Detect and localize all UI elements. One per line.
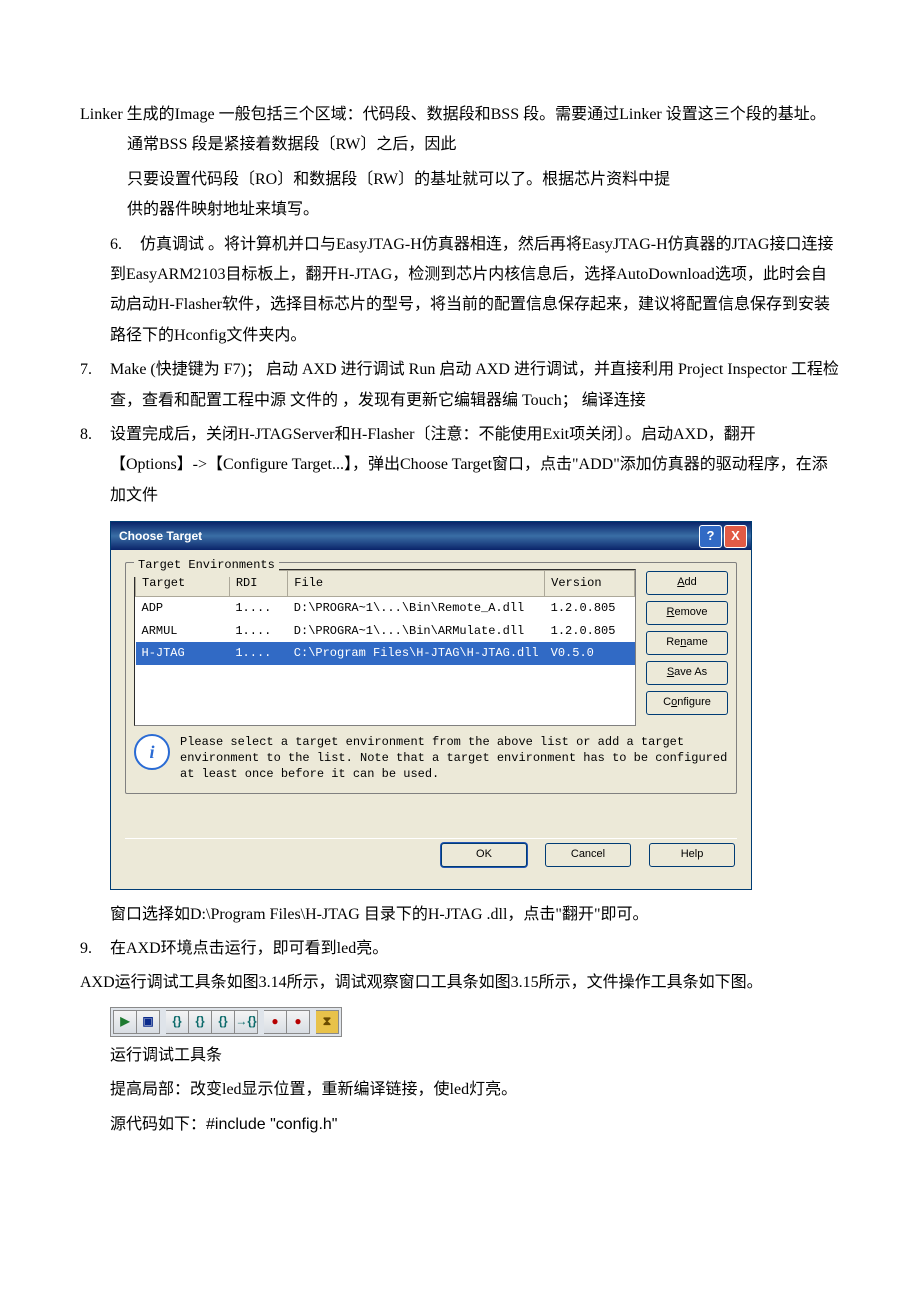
list-content-8: 设置完成后，关闭H-JTAGServer和H-Flasher〔注意：不能使用Ex… — [80, 420, 840, 511]
table-row-selected[interactable]: H-JTAG 1.... C:\Program Files\H-JTAG\H-J… — [136, 642, 635, 665]
list-content-9: 在AXD环境点击运行，即可看到led亮。 — [80, 934, 840, 964]
run-to-cursor-icon[interactable]: →{} — [235, 1010, 258, 1034]
info-icon: i — [134, 734, 170, 770]
list-content-7: Make (快捷键为 F7)； 启动 AXD 进行调试 Run 启动 AXD 进… — [80, 355, 840, 416]
cancel-button[interactable]: Cancel — [545, 843, 631, 867]
rename-button[interactable]: Rename — [646, 631, 728, 655]
table-row[interactable]: ADP 1.... D:\PROGRA~1\...\Bin\Remote_A.d… — [136, 596, 635, 619]
go-icon[interactable]: ▶ — [113, 1010, 137, 1034]
body-text-after-dialog: 窗口选择如D:\Program Files\H-JTAG 目录下的H-JTAG … — [80, 900, 840, 999]
list-content-6: 仿真调试 。将计算机并口与EasyJTAG-H仿真器相连，然后再将EasyJTA… — [80, 230, 840, 352]
side-buttons: Add Remove Rename Save As Configure — [646, 569, 728, 726]
remove-button[interactable]: Remove — [646, 601, 728, 625]
para-8b: 窗口选择如D:\Program Files\H-JTAG 目录下的H-JTAG … — [80, 900, 840, 930]
toolbar-caption: 运行调试工具条 — [80, 1041, 840, 1071]
add-button[interactable]: Add — [646, 571, 728, 595]
document-page: Linker 生成的Image 一般包括三个区域：代码段、数据段和BSS 段。需… — [0, 0, 920, 1224]
dialog-body: Target Environments Target RDI File Vers… — [111, 550, 751, 889]
body-text-footer: 运行调试工具条 提高局部：改变led显示位置，重新编译链接，使led灯亮。 源代… — [80, 1041, 840, 1140]
dialog-title: Choose Target — [119, 525, 202, 548]
hourglass-icon[interactable]: ⧗ — [316, 1010, 339, 1034]
dialog-footer: OK Cancel Help — [125, 838, 737, 875]
close-icon[interactable]: X — [724, 525, 747, 548]
target-environments-group: Target Environments Target RDI File Vers… — [125, 562, 737, 794]
list-number-8: 8. — [80, 420, 110, 450]
body-text: Linker 生成的Image 一般包括三个区域：代码段、数据段和BSS 段。需… — [80, 100, 840, 511]
configure-button[interactable]: Configure — [646, 691, 728, 715]
dialog-titlebar[interactable]: Choose Target ? X — [111, 522, 751, 550]
breakpoint-toggle-icon[interactable]: ● — [287, 1010, 310, 1034]
breakpoint-set-icon[interactable]: ● — [264, 1010, 287, 1034]
target-table[interactable]: Target RDI File Version ADP 1.... D:\PRO… — [134, 569, 636, 726]
col-file[interactable]: File — [288, 571, 545, 597]
para-linker-1: Linker 生成的Image 一般包括三个区域：代码段、数据段和BSS 段。需… — [80, 100, 840, 161]
list-item-7: 7. Make (快捷键为 F7)； 启动 AXD 进行调试 Run 启动 AX… — [80, 355, 840, 416]
col-version[interactable]: Version — [545, 571, 635, 597]
list-number-9: 9. — [80, 934, 110, 964]
para-improve: 提高局部：改变led显示位置，重新编译链接，使led灯亮。 — [80, 1075, 840, 1105]
info-text: Please select a target environment from … — [180, 734, 728, 783]
list-item-8: 8. 设置完成后，关闭H-JTAGServer和H-Flasher〔注意：不能使… — [80, 420, 840, 511]
stop-icon[interactable]: ▣ — [137, 1010, 160, 1034]
para-linker-2: 只要设置代码段〔RO〕和数据段〔RW〕的基址就可以了。根据芯片资料中提 供的器件… — [80, 165, 840, 226]
help-button[interactable]: Help — [649, 843, 735, 867]
para-source-code: 源代码如下：#include "config.h" — [80, 1110, 840, 1140]
list-number-6: 6. — [80, 230, 140, 260]
list-item-6: 6. 仿真调试 。将计算机并口与EasyJTAG-H仿真器相连，然后再将Easy… — [80, 230, 840, 352]
list-item-9: 9. 在AXD环境点击运行，即可看到led亮。 — [80, 934, 840, 964]
para-axd-toolbar-desc: AXD运行调试工具条如图3.14所示，调试观察窗口工具条如图3.15所示，文件操… — [80, 968, 840, 998]
list-number-7: 7. — [80, 355, 110, 385]
step-over-icon[interactable]: {} — [189, 1010, 212, 1034]
group-label: Target Environments — [134, 554, 279, 577]
save-as-button[interactable]: Save As — [646, 661, 728, 685]
choose-target-dialog: Choose Target ? X Target Environments Ta… — [110, 521, 752, 890]
axd-run-toolbar: ▶ ▣ {} {} {} →{} ● ● ⧗ — [110, 1007, 342, 1037]
ok-button[interactable]: OK — [441, 843, 527, 867]
step-out-icon[interactable]: {} — [212, 1010, 235, 1034]
help-icon[interactable]: ? — [699, 525, 722, 548]
table-row[interactable]: ARMUL 1.... D:\PROGRA~1\...\Bin\ARMulate… — [136, 620, 635, 643]
step-into-icon[interactable]: {} — [166, 1010, 189, 1034]
info-row: i Please select a target environment fro… — [134, 734, 728, 783]
